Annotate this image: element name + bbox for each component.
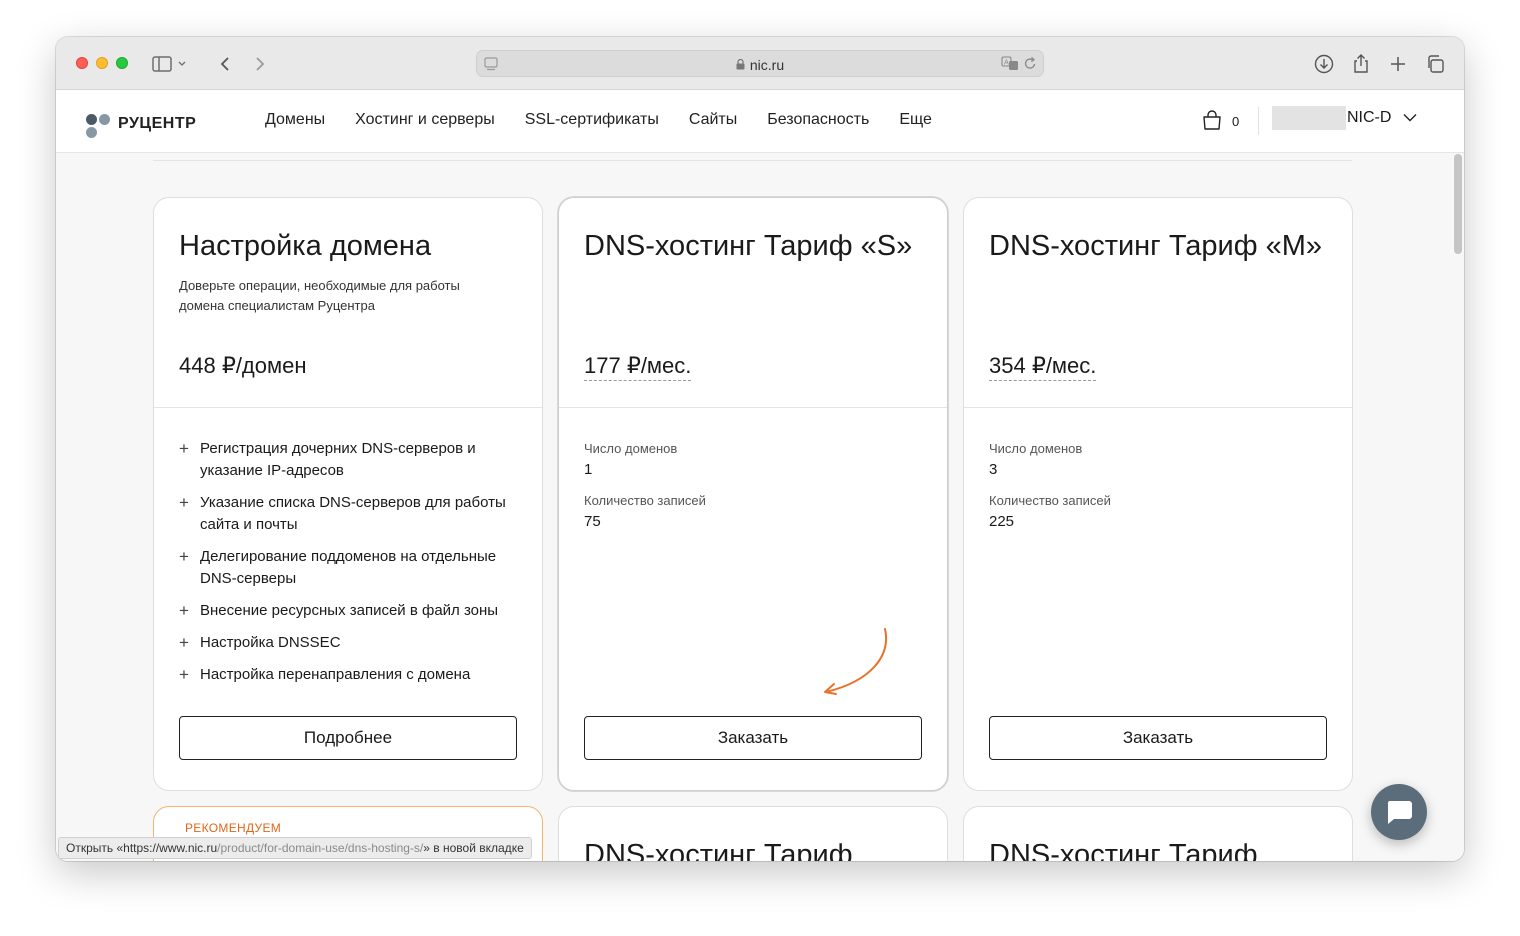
card-price[interactable]: 354 ₽/мес. [989, 353, 1097, 381]
domains-label: Число доменов [989, 441, 1083, 456]
back-icon[interactable] [214, 53, 236, 75]
new-tab-icon[interactable] [1387, 53, 1409, 75]
card-title: Настройка домена [179, 230, 432, 262]
card-title: DNS-хостинг Тариф «M» [989, 230, 1323, 262]
header-divider [1258, 107, 1259, 135]
cart-count: 0 [1232, 113, 1240, 129]
nav-item-hosting[interactable]: Хостинг и серверы [355, 111, 495, 129]
nav-item-security[interactable]: Безопасность [767, 111, 869, 129]
order-button[interactable]: Заказать [989, 716, 1327, 760]
recommended-badge: РЕКОМЕНДУЕМ [185, 821, 282, 835]
card-divider [559, 407, 947, 408]
svg-text:A: A [1004, 59, 1009, 67]
address-bar[interactable]: nic.ru A [476, 50, 1044, 77]
plus-icon: + [179, 547, 189, 566]
chevron-down-icon [1403, 109, 1417, 127]
reload-icon[interactable] [1023, 56, 1037, 76]
feature-item: + Указание списка DNS-серверов для работы… [179, 493, 506, 533]
chat-icon [1387, 801, 1412, 824]
card-description: Доверьте операции, необходимые для работ… [179, 278, 460, 313]
translate-icon[interactable]: A [1001, 56, 1019, 76]
feature-list: + Регистрация дочерних DNS-серверов и ука… [179, 438, 519, 696]
account-menu[interactable]: NIC-D [1272, 106, 1417, 130]
logo-text: РУЦЕНТР [118, 115, 197, 132]
records-value: 75 [584, 513, 601, 530]
browser-window: nic.ru A РУЦЕНТР Домены Хостинг и сервер… [56, 37, 1464, 861]
lock-icon [736, 57, 745, 73]
service-card-dns-s: DNS-хостинг Тариф «S» 177 ₽/мес. Число д… [558, 197, 948, 791]
card-divider [154, 407, 542, 408]
zoom-window-button[interactable] [116, 57, 128, 69]
card-title: DNS-хостинг Тариф «S» [584, 230, 913, 262]
feature-item: + Внесение ресурсных записей в файл зоны [179, 601, 499, 620]
sidebar-toggle-icon[interactable] [152, 53, 186, 75]
site-header: РУЦЕНТР Домены Хостинг и серверы SSL-сер… [56, 90, 1464, 153]
address-url: nic.ru [477, 57, 1043, 73]
domains-label: Число доменов [584, 441, 678, 456]
card-divider [964, 407, 1352, 408]
account-name-redacted [1272, 106, 1346, 130]
url-text: nic.ru [749, 57, 785, 73]
share-icon[interactable] [1350, 53, 1372, 75]
plus-icon: + [179, 601, 189, 620]
tab-overview-icon[interactable] [1424, 53, 1446, 75]
domains-value: 1 [584, 461, 593, 478]
nav-item-more[interactable]: Еще [899, 111, 932, 129]
order-button[interactable]: Заказать [584, 716, 922, 760]
plus-icon: + [179, 493, 189, 512]
main-nav: Домены Хостинг и серверы SSL-сертификаты… [265, 111, 962, 129]
feature-item: + Регистрация дочерних DNS-серверов и ука… [179, 439, 476, 479]
feature-item: + Настройка DNSSEC [179, 633, 341, 652]
service-card-domain-setup: Настройка домена Доверьте операции, необ… [153, 197, 543, 791]
feature-item: + Настройка перенаправления с домена [179, 665, 471, 684]
records-value: 225 [989, 513, 1015, 530]
service-card-next-2: DNS-хостинг Тариф [963, 806, 1353, 861]
account-code: NIC-D [1347, 109, 1392, 126]
service-card-dns-m: DNS-хостинг Тариф «M» 354 ₽/мес. Число д… [963, 197, 1353, 791]
records-label: Количество записей [584, 493, 706, 508]
records-label: Количество записей [989, 493, 1111, 508]
plus-icon: + [179, 439, 189, 458]
logo[interactable]: РУЦЕНТР [84, 110, 196, 138]
chat-button[interactable] [1371, 784, 1427, 840]
nav-item-sites[interactable]: Сайты [689, 111, 737, 129]
card-price: 448 ₽/домен [179, 353, 307, 378]
downloads-icon[interactable] [1313, 53, 1335, 75]
plus-icon: + [179, 665, 189, 684]
plus-icon: + [179, 633, 189, 652]
card-price[interactable]: 177 ₽/мес. [584, 353, 692, 381]
section-divider [153, 160, 1352, 161]
nav-item-ssl[interactable]: SSL-сертификаты [525, 111, 659, 129]
more-details-button[interactable]: Подробнее [179, 716, 517, 760]
minimize-window-button[interactable] [96, 57, 108, 69]
logo-dots-icon [84, 110, 112, 138]
browser-toolbar: nic.ru A [56, 37, 1464, 90]
cart[interactable]: 0 [1202, 109, 1239, 133]
annotation-arrow-icon [824, 628, 887, 695]
link-status-bar: Открыть «https://www.nic.ru/product/for-… [58, 837, 532, 859]
cart-icon [1202, 109, 1222, 133]
card-title: DNS-хостинг Тариф [989, 839, 1258, 861]
vertical-scrollbar[interactable] [1454, 154, 1462, 254]
close-window-button[interactable] [76, 57, 88, 69]
page-content: Настройка домена Доверьте операции, необ… [56, 154, 1464, 861]
domains-value: 3 [989, 461, 998, 478]
feature-item: + Делегирование поддоменов на отдельные D… [179, 547, 497, 587]
card-title: DNS-хостинг Тариф [584, 839, 853, 861]
nav-item-domains[interactable]: Домены [265, 111, 325, 129]
forward-icon[interactable] [249, 53, 271, 75]
service-card-next-1: DNS-хостинг Тариф [558, 806, 948, 861]
